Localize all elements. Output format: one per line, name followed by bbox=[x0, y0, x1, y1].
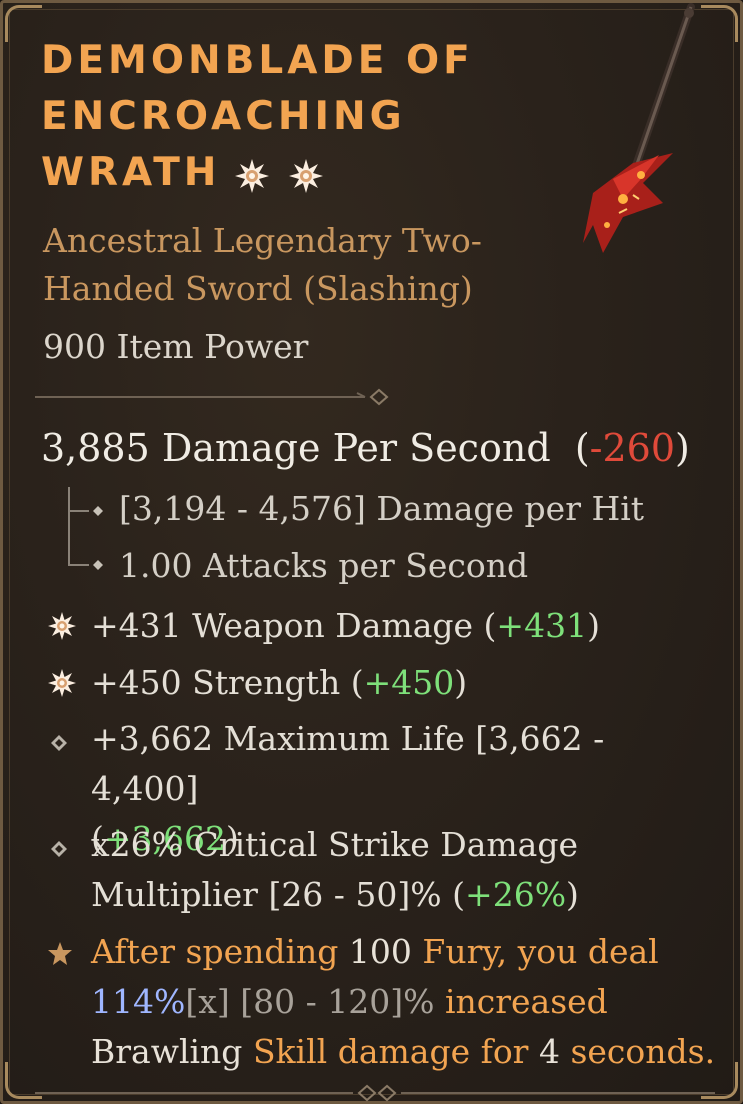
affix-diamond-icon bbox=[47, 837, 71, 865]
greater-affix-icon bbox=[235, 159, 270, 193]
item-name: DEMONBLADE OF ENCROACHING WRATH bbox=[41, 33, 561, 203]
item-tooltip: DEMONBLADE OF ENCROACHING WRATH Ancestra… bbox=[0, 0, 743, 1104]
affix-delta: +450 bbox=[363, 663, 455, 702]
greater-affix-icon bbox=[289, 159, 324, 193]
attacks-per-second: 1.00 Attacks per Second bbox=[119, 546, 529, 585]
greater-affix-icon bbox=[47, 668, 77, 702]
dps-delta-close: ) bbox=[675, 426, 690, 470]
stat-branch-connector bbox=[65, 485, 115, 579]
item-power: 900 Item Power bbox=[43, 327, 309, 366]
greater-affix-icon bbox=[47, 611, 77, 645]
greater-affix-stars bbox=[234, 147, 342, 203]
affix-text: Multiplier [26 - 50]% bbox=[91, 875, 442, 914]
affix-delta: +431 bbox=[496, 606, 588, 645]
item-type-line: Handed Sword (Slashing) bbox=[43, 269, 473, 308]
affix-critical-strike-damage: x26% Critical Strike Damage Multiplier [… bbox=[91, 820, 711, 920]
legendary-aspect-star-icon bbox=[47, 941, 73, 971]
two-handed-sword-icon bbox=[563, 3, 713, 267]
legendary-aspect: After spending 100 Fury, you deal 114%[x… bbox=[91, 932, 716, 1071]
section-divider bbox=[35, 387, 395, 407]
affix-text: +3,662 Maximum Life [3,662 - 4,400] bbox=[91, 719, 605, 808]
item-name-line: WRATH bbox=[41, 145, 561, 203]
item-name-line: ENCROACHING bbox=[41, 94, 406, 139]
frame-corner-ornament bbox=[5, 5, 42, 42]
affix-delta: +26% bbox=[465, 875, 567, 914]
dps-delta: -260 bbox=[589, 426, 676, 470]
item-type-line: Ancestral Legendary Two- bbox=[43, 221, 482, 260]
damage-per-second: 3,885 Damage Per Second (-260) bbox=[41, 421, 690, 475]
affix-strength: +450 Strength (+450) bbox=[91, 663, 468, 702]
damage-per-hit: [3,194 - 4,576] Damage per Hit bbox=[119, 489, 645, 528]
affix-text: +450 Strength bbox=[91, 663, 341, 702]
affix-weapon-damage: +431 Weapon Damage (+431) bbox=[91, 606, 600, 645]
dps-value: 3,885 Damage Per Second bbox=[41, 426, 551, 470]
affix-diamond-icon bbox=[47, 731, 71, 759]
item-name-line: DEMONBLADE OF bbox=[41, 38, 474, 83]
dps-delta-open: ( bbox=[574, 426, 590, 470]
section-divider bbox=[35, 1083, 715, 1103]
item-type: Ancestral Legendary Two- Handed Sword (S… bbox=[43, 217, 513, 313]
affix-text: x26% Critical Strike Damage bbox=[91, 825, 579, 864]
affix-text: +431 Weapon Damage bbox=[91, 606, 474, 645]
